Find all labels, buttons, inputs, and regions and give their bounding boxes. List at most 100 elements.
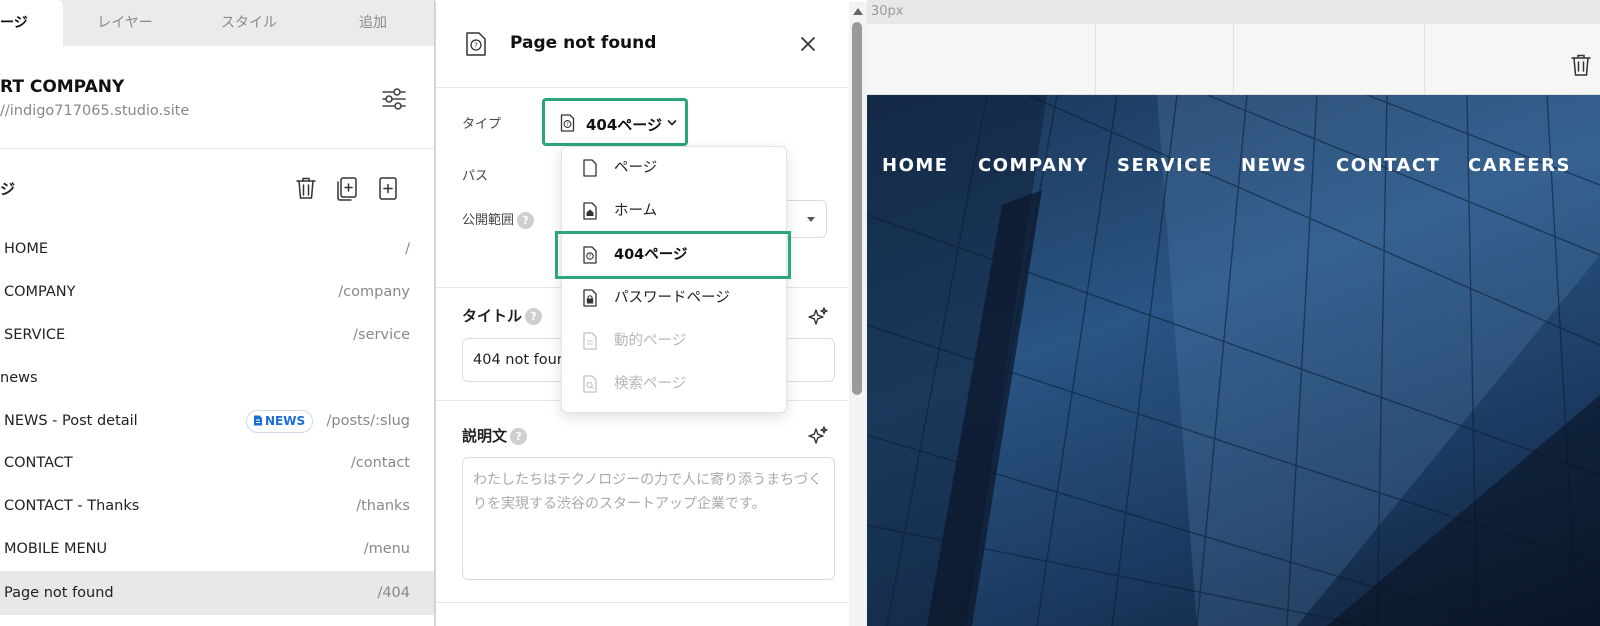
description-label-text: 説明文 (462, 427, 508, 445)
divider (1424, 24, 1425, 95)
page-type-dropdown: ページ ホーム ? 404ページ パスワードページ 動的ページ 検索ページ (555, 146, 791, 413)
dropdown-item-label: ページ (614, 160, 658, 176)
trash-icon[interactable] (1570, 53, 1592, 77)
dropdown-item-dynamic: 動的ページ (562, 320, 788, 363)
chevron-down-icon (667, 120, 677, 126)
page-row-news-post-detail[interactable]: NEWS - Post detail NEWS /posts/:slug (0, 400, 434, 442)
divider (0, 148, 434, 149)
divider (436, 602, 867, 603)
canvas-breakpoint-bar (867, 24, 1600, 95)
dropdown-item-label: パスワードページ (614, 290, 730, 306)
scroll-up-icon[interactable] (853, 8, 863, 15)
page-path: /404 (377, 585, 410, 601)
dropdown-item-label: 検索ページ (614, 376, 687, 392)
site-name: RT COMPANY (0, 77, 125, 97)
page-type-value: 404ページ (586, 116, 663, 134)
page-path: /service (353, 327, 410, 343)
page-name: MOBILE MENU (4, 541, 108, 557)
nav-link-contact[interactable]: CONTACT (1336, 155, 1440, 176)
page-row-contact-thanks[interactable]: CONTACT - Thanks /thanks (0, 485, 434, 527)
page-name: HOME (4, 241, 48, 257)
nav-link-news[interactable]: NEWS (1241, 155, 1307, 176)
404-page-icon: ? (560, 114, 575, 132)
ruler-label: 30px (871, 4, 904, 19)
pages-heading: ジ (0, 180, 16, 198)
page-row-company[interactable]: COMPANY /company (0, 271, 434, 313)
site-settings-icon[interactable] (380, 86, 408, 112)
nav-link-company[interactable]: COMPANY (978, 155, 1089, 176)
page-path: /posts/:slug (326, 413, 410, 429)
page-row-service[interactable]: SERVICE /service (0, 314, 434, 356)
404-page-icon: ? (583, 246, 597, 264)
dropdown-item-search: 検索ページ (562, 363, 788, 406)
ai-sparkle-icon[interactable] (807, 425, 829, 447)
visibility-label-text: 公開範囲 (462, 213, 515, 228)
404-page-icon: ? (466, 32, 486, 56)
page-row-contact[interactable]: CONTACT /contact (0, 442, 434, 484)
canvas-ruler: 30px (867, 0, 1600, 24)
close-icon[interactable] (799, 35, 817, 53)
divider (1095, 24, 1096, 95)
dropdown-item-password[interactable]: パスワードページ (562, 277, 788, 320)
svg-text:?: ? (589, 254, 592, 260)
document-icon (254, 415, 262, 426)
tab-add[interactable]: 追加 (311, 0, 434, 46)
page-row-page-not-found[interactable]: Page not found /404 (0, 571, 434, 615)
folder-name: news (0, 370, 38, 386)
page-path: /menu (363, 541, 410, 557)
tab-layers[interactable]: レイヤー (63, 0, 187, 46)
search-page-icon (583, 375, 597, 393)
caret-down-icon (807, 217, 815, 222)
page-row-home[interactable]: HOME / (0, 228, 434, 270)
scrollbar-thumb[interactable] (852, 22, 862, 395)
divider (1233, 24, 1234, 95)
seo-description-input[interactable]: わたしたちはテクノロジーの力で人に寄り添うまちづくりを実現する渋谷のスタートアッ… (462, 457, 835, 580)
dropdown-item-page[interactable]: ページ (562, 147, 788, 190)
page-path: /contact (350, 455, 410, 471)
dynamic-page-icon (583, 332, 597, 350)
tab-pages[interactable]: ージ (0, 0, 63, 46)
page-type-select[interactable]: ? 404ページ (542, 98, 688, 146)
nav-link-service[interactable]: SERVICE (1117, 155, 1213, 176)
lock-page-icon (583, 289, 597, 307)
duplicate-page-icon[interactable] (334, 175, 360, 201)
visibility-label: 公開範囲? (462, 209, 535, 229)
nav-link-home[interactable]: HOME (882, 155, 949, 176)
title-label-text: タイトル (462, 307, 523, 325)
cms-badge-label: NEWS (265, 414, 306, 428)
dropdown-item-home[interactable]: ホーム (562, 190, 788, 233)
cms-badge: NEWS (246, 410, 314, 433)
help-icon[interactable]: ? (517, 212, 535, 229)
tab-styles[interactable]: スタイル (187, 0, 311, 46)
page-name: CONTACT - Thanks (4, 498, 140, 514)
help-icon[interactable]: ? (510, 428, 528, 445)
delete-page-icon[interactable] (293, 175, 319, 201)
page-name: NEWS - Post detail (4, 413, 138, 429)
page-name: Page not found (4, 585, 114, 601)
page-path: /company (338, 284, 410, 300)
ai-sparkle-icon[interactable] (807, 306, 829, 328)
svg-text:?: ? (566, 122, 569, 128)
site-url: //indigo717065.studio.site (0, 103, 190, 119)
site-nav: HOME COMPANY SERVICE NEWS CONTACT CAREER… (867, 155, 1600, 185)
page-name: CONTACT (4, 455, 73, 471)
page-folder-news[interactable]: news (0, 357, 434, 399)
add-page-icon[interactable] (375, 175, 401, 201)
help-icon[interactable]: ? (525, 308, 543, 325)
page-icon (583, 159, 597, 177)
page-row-mobile-menu[interactable]: MOBILE MENU /menu (0, 528, 434, 570)
description-section-label: 説明文? (462, 425, 528, 446)
type-label: タイプ (462, 117, 502, 132)
dropdown-item-404[interactable]: ? 404ページ (555, 231, 791, 279)
hero-preview: HOME COMPANY SERVICE NEWS CONTACT CAREER… (867, 95, 1600, 626)
page-name: SERVICE (4, 327, 66, 343)
nav-link-careers[interactable]: CAREERS (1468, 155, 1571, 176)
path-label: パス (462, 169, 489, 184)
home-page-icon (583, 202, 597, 220)
modal-header: ? Page not found (436, 2, 867, 88)
dropdown-item-label: ホーム (614, 203, 658, 219)
page-path: / (405, 241, 410, 257)
dropdown-item-label: 404ページ (614, 247, 688, 263)
page-path: /thanks (356, 498, 410, 514)
pages-panel: ージ レイヤー スタイル 追加 RT COMPANY //indigo71706… (0, 0, 435, 626)
